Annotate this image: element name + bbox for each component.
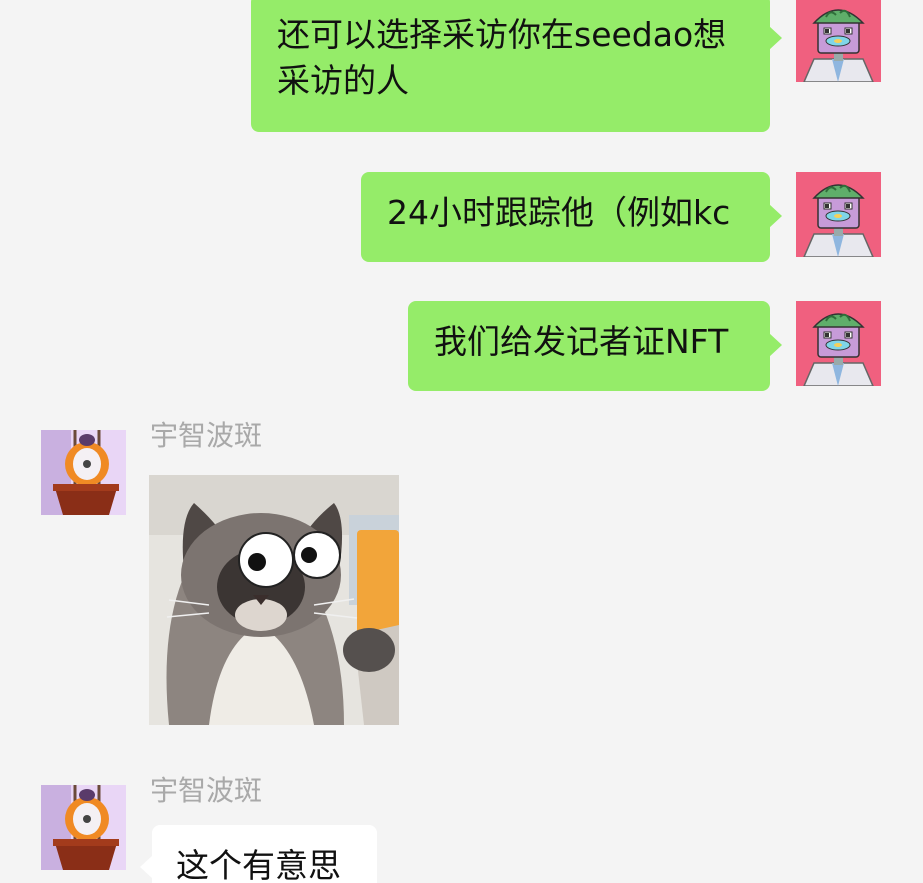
robot-nft-avatar-icon bbox=[796, 301, 881, 386]
contact-avatar[interactable] bbox=[41, 785, 126, 870]
sender-name: 宇智波斑 bbox=[150, 774, 263, 807]
googly-eyes-cat-sticker-icon bbox=[149, 475, 399, 725]
message-text: 还可以选择采访你在seedao想采访的人 bbox=[277, 15, 727, 100]
incoming-message-bubble[interactable]: 这个有意思 bbox=[140, 825, 377, 883]
my-avatar[interactable] bbox=[796, 301, 881, 386]
chat-message-list[interactable]: 还可以选择采访你在seedao想采访的人 24小时跟踪他（例如kc 我们给发记者… bbox=[0, 0, 923, 883]
my-avatar[interactable] bbox=[796, 172, 881, 257]
outgoing-message-bubble[interactable]: 我们给发记者证NFT bbox=[408, 301, 782, 391]
robot-nft-avatar-icon bbox=[796, 172, 881, 257]
sender-name: 宇智波斑 bbox=[150, 419, 263, 452]
my-avatar[interactable] bbox=[796, 0, 881, 82]
message-text: 这个有意思 bbox=[176, 846, 341, 883]
outgoing-message-bubble[interactable]: 还可以选择采访你在seedao想采访的人 bbox=[251, 0, 782, 132]
outgoing-message-bubble[interactable]: 24小时跟踪他（例如kc bbox=[361, 172, 782, 262]
flower-pot-avatar-icon bbox=[41, 785, 126, 870]
googly-eyes-cat-sticker[interactable] bbox=[149, 475, 399, 725]
message-text: 我们给发记者证NFT bbox=[434, 322, 729, 361]
message-text: 24小时跟踪他（例如kc bbox=[387, 193, 731, 232]
flower-pot-avatar-icon bbox=[41, 430, 126, 515]
robot-nft-avatar-icon bbox=[796, 0, 881, 82]
contact-avatar[interactable] bbox=[41, 430, 126, 515]
